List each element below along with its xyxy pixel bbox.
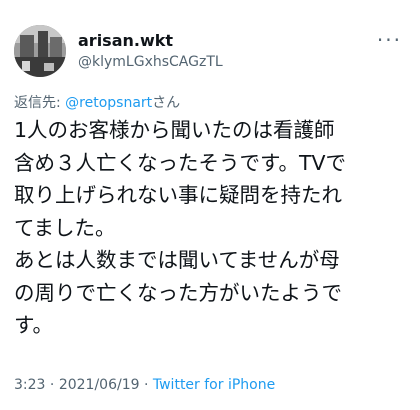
reply-suffix: さん <box>152 95 181 111</box>
meta-separator-2: · <box>139 377 153 393</box>
user-display-name[interactable]: arisan.wkt <box>78 31 173 50</box>
reply-prefix: 返信先: <box>14 95 66 111</box>
reply-to-line: 返信先: @retopsnartさん <box>14 92 180 112</box>
tweet-text: 1人のお客様から聞いたのは看護師 含め３人亡くなったそうです。TVで 取り上げら… <box>14 118 346 337</box>
tweet-meta: 3:23 · 2021/06/19 · Twitter for iPhone <box>14 377 275 393</box>
tweet-source-link[interactable]: Twitter for iPhone <box>153 377 275 393</box>
reply-mention-link[interactable]: @retopsnart <box>65 95 152 111</box>
user-avatar[interactable] <box>14 25 66 77</box>
avatar-photo <box>14 25 66 77</box>
more-icon[interactable]: ··· <box>377 30 402 50</box>
user-handle[interactable]: @klymLGxhsCAGzTL <box>78 54 223 70</box>
tweet-date[interactable]: 2021/06/19 <box>59 377 140 393</box>
tweet-time[interactable]: 3:23 <box>14 377 45 393</box>
meta-separator: · <box>45 377 59 393</box>
